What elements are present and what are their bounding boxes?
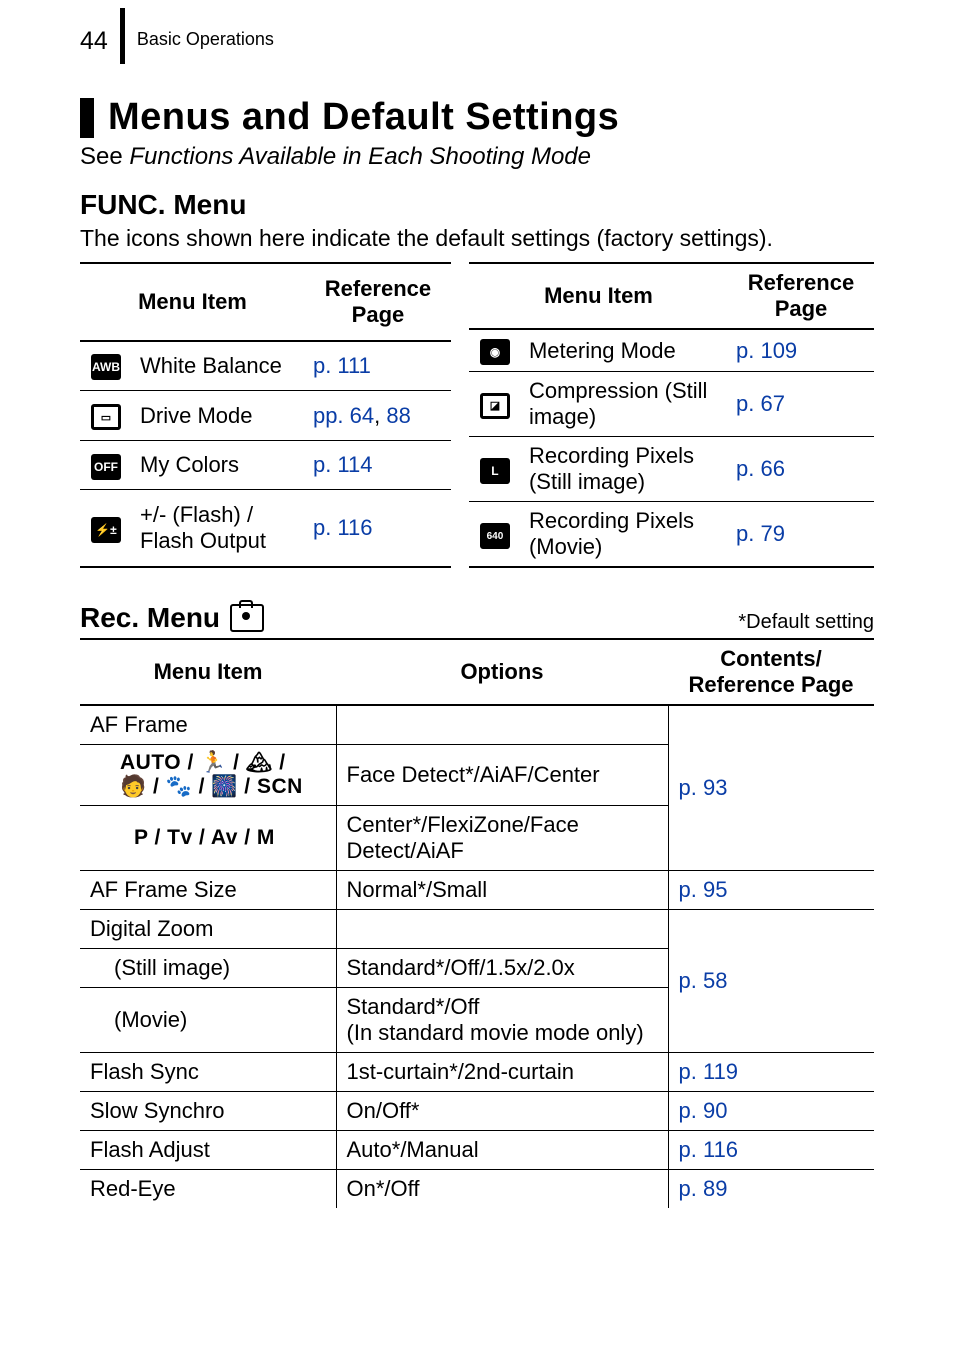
af-frame-size-option: Normal*/Small	[336, 871, 668, 910]
digital-zoom-label: Digital Zoom	[80, 910, 336, 949]
flash-output-label: +/- (Flash) / Flash Output	[132, 490, 305, 567]
flash-adjust-label: Flash Adjust	[80, 1131, 336, 1170]
metering-mode-label: Metering Mode	[521, 329, 728, 372]
af-frame-modes-ptvavm: P / Tv / Av / M	[80, 806, 336, 871]
link-p109[interactable]: p. 109	[736, 338, 797, 363]
white-balance-label: White Balance	[132, 341, 305, 391]
link-p116[interactable]: p. 116	[313, 515, 373, 540]
dz-still-label: (Still image)	[80, 949, 336, 988]
func-table-left: Menu Item Reference Page AWB White Balan…	[80, 262, 451, 568]
digital-zoom-ref-cell: p. 58	[668, 910, 874, 1053]
breadcrumb: Basic Operations	[137, 29, 274, 50]
rec-pixels-movie-icon: 640	[480, 523, 510, 549]
col-menu-item: Menu Item	[80, 263, 305, 341]
compression-icon: ◪	[480, 393, 510, 419]
slow-synchro-label: Slow Synchro	[80, 1092, 336, 1131]
rec-col-options: Options	[336, 639, 668, 705]
link-p66[interactable]: p. 66	[736, 456, 785, 481]
link-p64[interactable]: 64	[350, 403, 374, 428]
link-p93[interactable]: p. 93	[679, 775, 728, 800]
func-menu-desc: The icons shown here indicate the defaul…	[80, 225, 874, 252]
see-functions-line: See Functions Available in Each Shooting…	[80, 143, 874, 171]
af-modes-line1: AUTO / 🏃 / 🏔 /	[120, 751, 286, 774]
col-ref-page: Reference Page	[305, 263, 451, 341]
func-tables: Menu Item Reference Page AWB White Balan…	[80, 262, 874, 568]
rec-col-menuitem: Menu Item	[80, 639, 336, 705]
link-p95[interactable]: p. 95	[679, 877, 728, 902]
my-colors-icon: OFF	[91, 454, 121, 480]
link-p111[interactable]: p. 111	[313, 353, 371, 378]
flash-exp-icon: ⚡±	[91, 517, 121, 543]
metering-icon: ◉	[480, 339, 510, 365]
see-italic: Functions Available in Each Shooting Mod…	[129, 143, 591, 170]
my-colors-label: My Colors	[132, 441, 305, 490]
red-eye-label: Red-Eye	[80, 1170, 336, 1209]
digital-zoom-empty	[336, 910, 668, 949]
title-accent-bar	[80, 98, 94, 138]
page-title: Menus and Default Settings	[108, 96, 619, 139]
camera-icon	[230, 604, 264, 632]
rec-menu-heading: Rec. Menu	[80, 602, 220, 634]
awb-icon: AWB	[91, 354, 121, 380]
af-frame-options-empty	[336, 705, 668, 745]
af-frame-label: AF Frame	[80, 705, 336, 745]
func-table-right: Menu Item Reference Page ◉ Metering Mode…	[469, 262, 874, 568]
rec-pixels-still-label: Recording Pixels (Still image)	[521, 437, 728, 502]
af-modes-line2: 🧑 / 🐾 / 🎆 / SCN	[120, 775, 303, 798]
link-p116b[interactable]: p. 116	[679, 1137, 739, 1162]
link-p67[interactable]: p. 67	[736, 391, 785, 416]
link-p90[interactable]: p. 90	[679, 1098, 728, 1123]
af-frame-modes-auto: AUTO / 🏃 / 🏔 / 🧑 / 🐾 / 🎆 / SCN	[80, 745, 336, 806]
flash-sync-option: 1st-curtain*/2nd-curtain	[336, 1053, 668, 1092]
ref-sep: ,	[374, 403, 386, 428]
link-p89[interactable]: p. 89	[679, 1176, 728, 1201]
default-setting-note: *Default setting	[738, 611, 874, 634]
dz-movie-label: (Movie)	[80, 988, 336, 1053]
rec-menu-table: Menu Item Options Contents/ Reference Pa…	[80, 638, 874, 1208]
drive-mode-label: Drive Mode	[132, 391, 305, 441]
red-eye-option: On*/Off	[336, 1170, 668, 1209]
slow-synchro-option: On/Off*	[336, 1092, 668, 1131]
af-center-option: Center*/FlexiZone/Face Detect/AiAF	[336, 806, 668, 871]
link-p79[interactable]: p. 79	[736, 521, 785, 546]
link-pp-prefix: pp.	[313, 403, 350, 428]
af-frame-size-label: AF Frame Size	[80, 871, 336, 910]
rec-pixels-movie-label: Recording Pixels (Movie)	[521, 502, 728, 568]
compression-label: Compression (Still image)	[521, 372, 728, 437]
rec-col-ref: Contents/ Reference Page	[668, 639, 874, 705]
flash-sync-label: Flash Sync	[80, 1053, 336, 1092]
drive-mode-ref: pp. 64, 88	[305, 391, 451, 441]
link-p114[interactable]: p. 114	[313, 452, 373, 477]
see-prefix: See	[80, 143, 129, 170]
func-menu-heading: FUNC. Menu	[80, 189, 874, 221]
link-p88[interactable]: 88	[386, 403, 410, 428]
page-number: 44	[80, 27, 108, 56]
drive-mode-icon: ▭	[91, 404, 121, 430]
rec-pixels-still-icon: L	[480, 458, 510, 484]
af-face-detect-option: Face Detect*/AiAF/Center	[336, 745, 668, 806]
header-bar: 44 Basic Operations	[80, 0, 874, 56]
header-divider	[120, 8, 125, 64]
dz-movie-option: Standard*/Off (In standard movie mode on…	[336, 988, 668, 1053]
col-ref-page-r: Reference Page	[728, 263, 874, 329]
af-frame-ref-cell: p. 93	[668, 705, 874, 871]
col-menu-item-r: Menu Item	[469, 263, 728, 329]
flash-adjust-option: Auto*/Manual	[336, 1131, 668, 1170]
link-p58[interactable]: p. 58	[679, 968, 728, 993]
dz-still-option: Standard*/Off/1.5x/2.0x	[336, 949, 668, 988]
link-p119[interactable]: p. 119	[679, 1059, 739, 1084]
